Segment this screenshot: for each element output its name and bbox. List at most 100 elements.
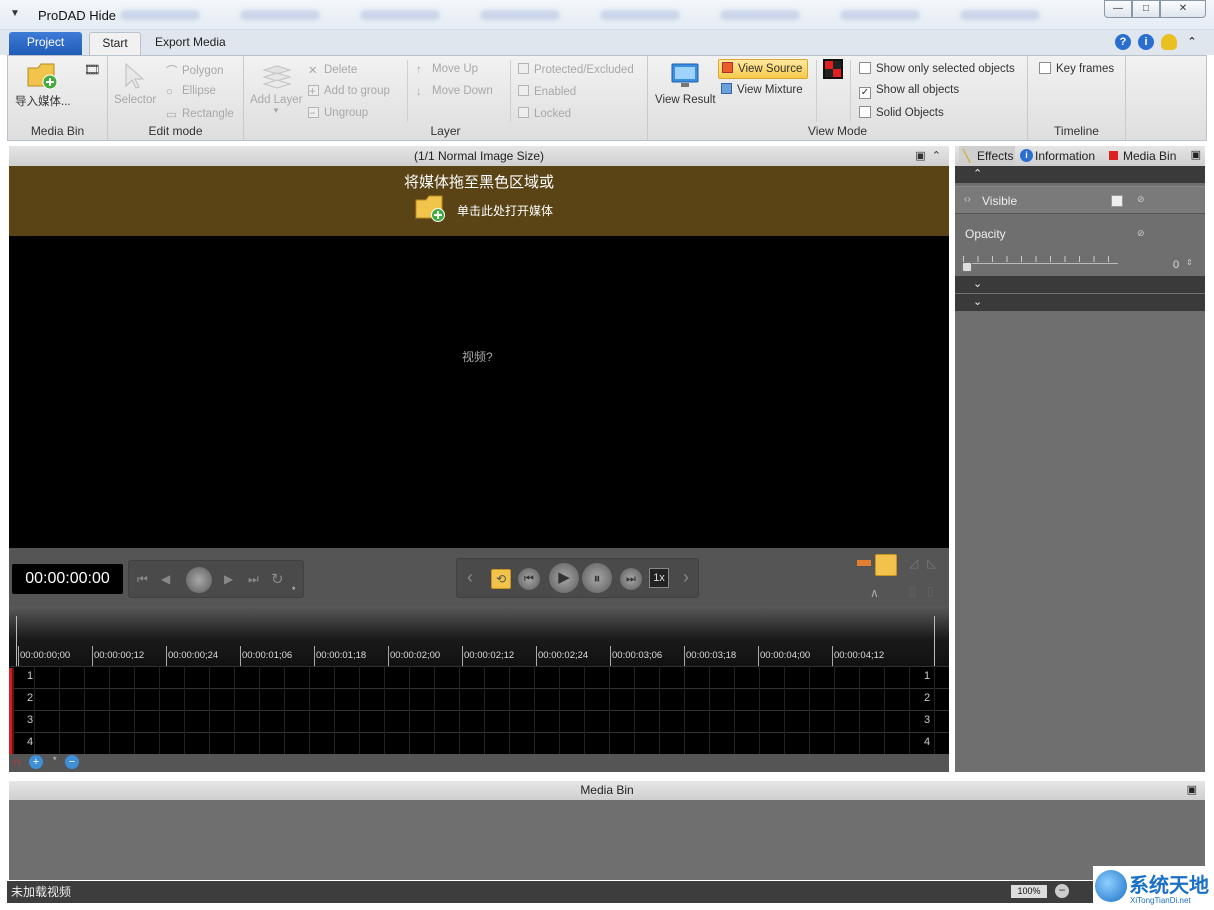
track-number-right: 2 bbox=[924, 692, 931, 704]
film-icon[interactable]: 🎞 bbox=[84, 62, 101, 78]
key-frames-checkbox[interactable]: Key frames bbox=[1039, 62, 1114, 75]
locked-checkbox[interactable]: Locked bbox=[518, 107, 571, 120]
enabled-checkbox[interactable]: Enabled bbox=[518, 85, 576, 98]
opacity-spinner-icon[interactable]: ⇕ bbox=[1186, 258, 1193, 267]
lock-right-icon[interactable]: ▯ bbox=[927, 584, 934, 598]
scroll-right-icon[interactable]: › bbox=[683, 567, 689, 588]
add-layer-button[interactable]: Add Layer bbox=[250, 94, 302, 106]
ruler-tick bbox=[92, 646, 93, 666]
tab-export-media[interactable]: Export Media bbox=[143, 32, 238, 55]
record-icon[interactable] bbox=[186, 567, 212, 593]
go-end-icon[interactable]: ⏭ bbox=[620, 568, 642, 590]
magnet-icon[interactable]: ∩ bbox=[12, 754, 21, 769]
timeline-view-icon[interactable] bbox=[875, 554, 897, 576]
tip-bulb-icon[interactable] bbox=[1161, 34, 1177, 50]
opacity-slider-thumb[interactable] bbox=[962, 262, 972, 272]
zoom-in-icon[interactable]: + bbox=[29, 755, 43, 769]
drop-media-banner[interactable]: 将媒体拖至黑色区域或 单击此处打开媒体 bbox=[9, 166, 949, 236]
marker-icon[interactable] bbox=[857, 560, 871, 566]
ellipse-button[interactable]: ○ Ellipse bbox=[166, 85, 216, 98]
maximize-preview-icon[interactable]: ▣ bbox=[915, 150, 925, 162]
speed-button[interactable]: 1x bbox=[649, 568, 669, 588]
visible-checkbox[interactable] bbox=[1111, 195, 1123, 207]
opacity-reset-icon[interactable]: ⊘ bbox=[1137, 228, 1145, 239]
video-canvas[interactable]: 视频? bbox=[9, 236, 949, 548]
tab-project[interactable]: Project bbox=[9, 32, 82, 55]
next-frame-icon[interactable]: ▶ bbox=[224, 572, 233, 586]
opacity-value[interactable]: 0 bbox=[1173, 259, 1179, 271]
add-layer-dropdown-icon[interactable]: ▼ bbox=[272, 106, 280, 115]
collapse-section-bar[interactable]: ⌃ bbox=[955, 166, 1205, 183]
add-to-group-button[interactable]: + Add to group bbox=[308, 85, 390, 98]
track-number-left: 4 bbox=[27, 736, 34, 748]
zoom-reset-icon[interactable]: * bbox=[53, 755, 57, 765]
fit-icon[interactable]: ◿ bbox=[909, 556, 918, 570]
view-result-button[interactable]: View Result bbox=[655, 94, 716, 106]
tab-media-bin[interactable]: Media Bin bbox=[1107, 146, 1176, 166]
view-mixture-button[interactable]: View Mixture bbox=[721, 83, 803, 96]
monitor-icon bbox=[671, 63, 699, 87]
show-selected-objects-checkbox[interactable]: Show only selected objects bbox=[859, 62, 1015, 75]
timeline-tracks[interactable]: 1 1 2 2 3 3 4 4 bbox=[9, 666, 949, 754]
zoom-level[interactable]: 100% bbox=[1011, 885, 1047, 898]
view-source-button[interactable]: View Source bbox=[718, 59, 808, 79]
delete-button[interactable]: ✕ Delete bbox=[308, 63, 357, 77]
play-icon[interactable]: ▶ bbox=[549, 563, 579, 593]
right-panel-tabs: ╲ Effects i Information Media Bin ▣ bbox=[955, 146, 1205, 166]
tab-start[interactable]: Start bbox=[89, 32, 141, 55]
rectangle-button[interactable]: ▭ Rectangle bbox=[166, 107, 234, 121]
minimize-button[interactable]: — bbox=[1104, 0, 1132, 18]
open-media-folder-icon[interactable] bbox=[415, 194, 447, 222]
help-icon[interactable]: ? bbox=[1115, 34, 1131, 50]
align-icon[interactable]: ◺ bbox=[927, 556, 936, 570]
selector-button[interactable]: Selector bbox=[114, 94, 156, 106]
move-down-button[interactable]: ↓ Move Down bbox=[416, 85, 493, 98]
opacity-slider-track[interactable] bbox=[963, 256, 1118, 264]
loop-icon[interactable]: ⟲ bbox=[491, 569, 511, 589]
pause-icon[interactable]: ⏸ bbox=[582, 563, 612, 593]
information-icon: i bbox=[1020, 149, 1033, 162]
collapse-preview-icon[interactable]: ⌃ bbox=[932, 150, 941, 162]
import-media-button[interactable]: 导入媒体... bbox=[15, 93, 71, 109]
system-menu-icon[interactable]: ▼ bbox=[10, 8, 22, 20]
lock-left-icon[interactable]: ▯ bbox=[909, 584, 916, 598]
selector-arrow-icon bbox=[125, 62, 145, 89]
tab-information[interactable]: i Information bbox=[1019, 146, 1095, 166]
expand-section-bar-2[interactable]: ⌄ bbox=[955, 294, 1205, 311]
visible-reset-icon[interactable]: ⊘ bbox=[1137, 194, 1145, 205]
protected-excluded-checkbox[interactable]: Protected/Excluded bbox=[518, 63, 634, 76]
ungroup-button[interactable]: − Ungroup bbox=[308, 107, 368, 120]
media-bin-area[interactable] bbox=[9, 800, 1205, 880]
open-media-link[interactable]: 单击此处打开媒体 bbox=[457, 202, 553, 219]
tab-effects[interactable]: ╲ Effects bbox=[959, 146, 1015, 166]
expand-up-icon[interactable]: ∧ bbox=[870, 586, 879, 600]
solid-objects-checkbox[interactable]: Solid Objects bbox=[859, 106, 944, 119]
view-mode-group-label: View Mode bbox=[807, 124, 868, 138]
maximize-button[interactable]: □ bbox=[1132, 0, 1160, 18]
move-up-button[interactable]: ↑ Move Up bbox=[416, 63, 478, 76]
info-icon[interactable]: i bbox=[1138, 34, 1154, 50]
scroll-left-icon[interactable]: ‹ bbox=[467, 567, 473, 588]
zoom-minus-icon[interactable]: − bbox=[1055, 884, 1069, 898]
maximize-media-bin-icon[interactable]: ▣ bbox=[1187, 781, 1197, 800]
playhead[interactable] bbox=[9, 668, 21, 754]
keyframe-nav-icon[interactable]: ‹› bbox=[964, 194, 971, 205]
maximize-panel-icon[interactable]: ▣ bbox=[1191, 148, 1201, 161]
first-frame-icon[interactable]: ⏮ bbox=[137, 572, 148, 587]
timeline-ruler[interactable]: 00:00:00;00 00:00:00;12 00:00:00;24 00:00:0… bbox=[9, 606, 949, 666]
media-bin-tab-icon bbox=[1109, 151, 1118, 160]
group-timeline: Key frames Timeline bbox=[1028, 56, 1126, 140]
collapse-ribbon-icon[interactable]: ⌃ bbox=[1184, 34, 1200, 50]
polygon-button[interactable]: ⌒ Polygon bbox=[166, 63, 224, 78]
expand-section-bar-1[interactable]: ⌄ bbox=[955, 276, 1205, 293]
ruler-tick bbox=[758, 646, 759, 666]
go-start-icon[interactable]: ⏮ bbox=[518, 568, 540, 590]
track-number-left: 3 bbox=[27, 714, 34, 726]
prev-frame-icon[interactable]: ◀ bbox=[161, 572, 170, 586]
show-all-objects-checkbox[interactable]: ✓ Show all objects bbox=[859, 84, 959, 99]
zoom-out-icon[interactable]: − bbox=[65, 755, 79, 769]
checker-color-icon[interactable] bbox=[823, 59, 843, 79]
close-button[interactable]: ✕ bbox=[1160, 0, 1206, 18]
last-frame-icon[interactable]: ⏭ bbox=[248, 572, 259, 587]
refresh-icon[interactable]: ↻ bbox=[271, 570, 284, 588]
